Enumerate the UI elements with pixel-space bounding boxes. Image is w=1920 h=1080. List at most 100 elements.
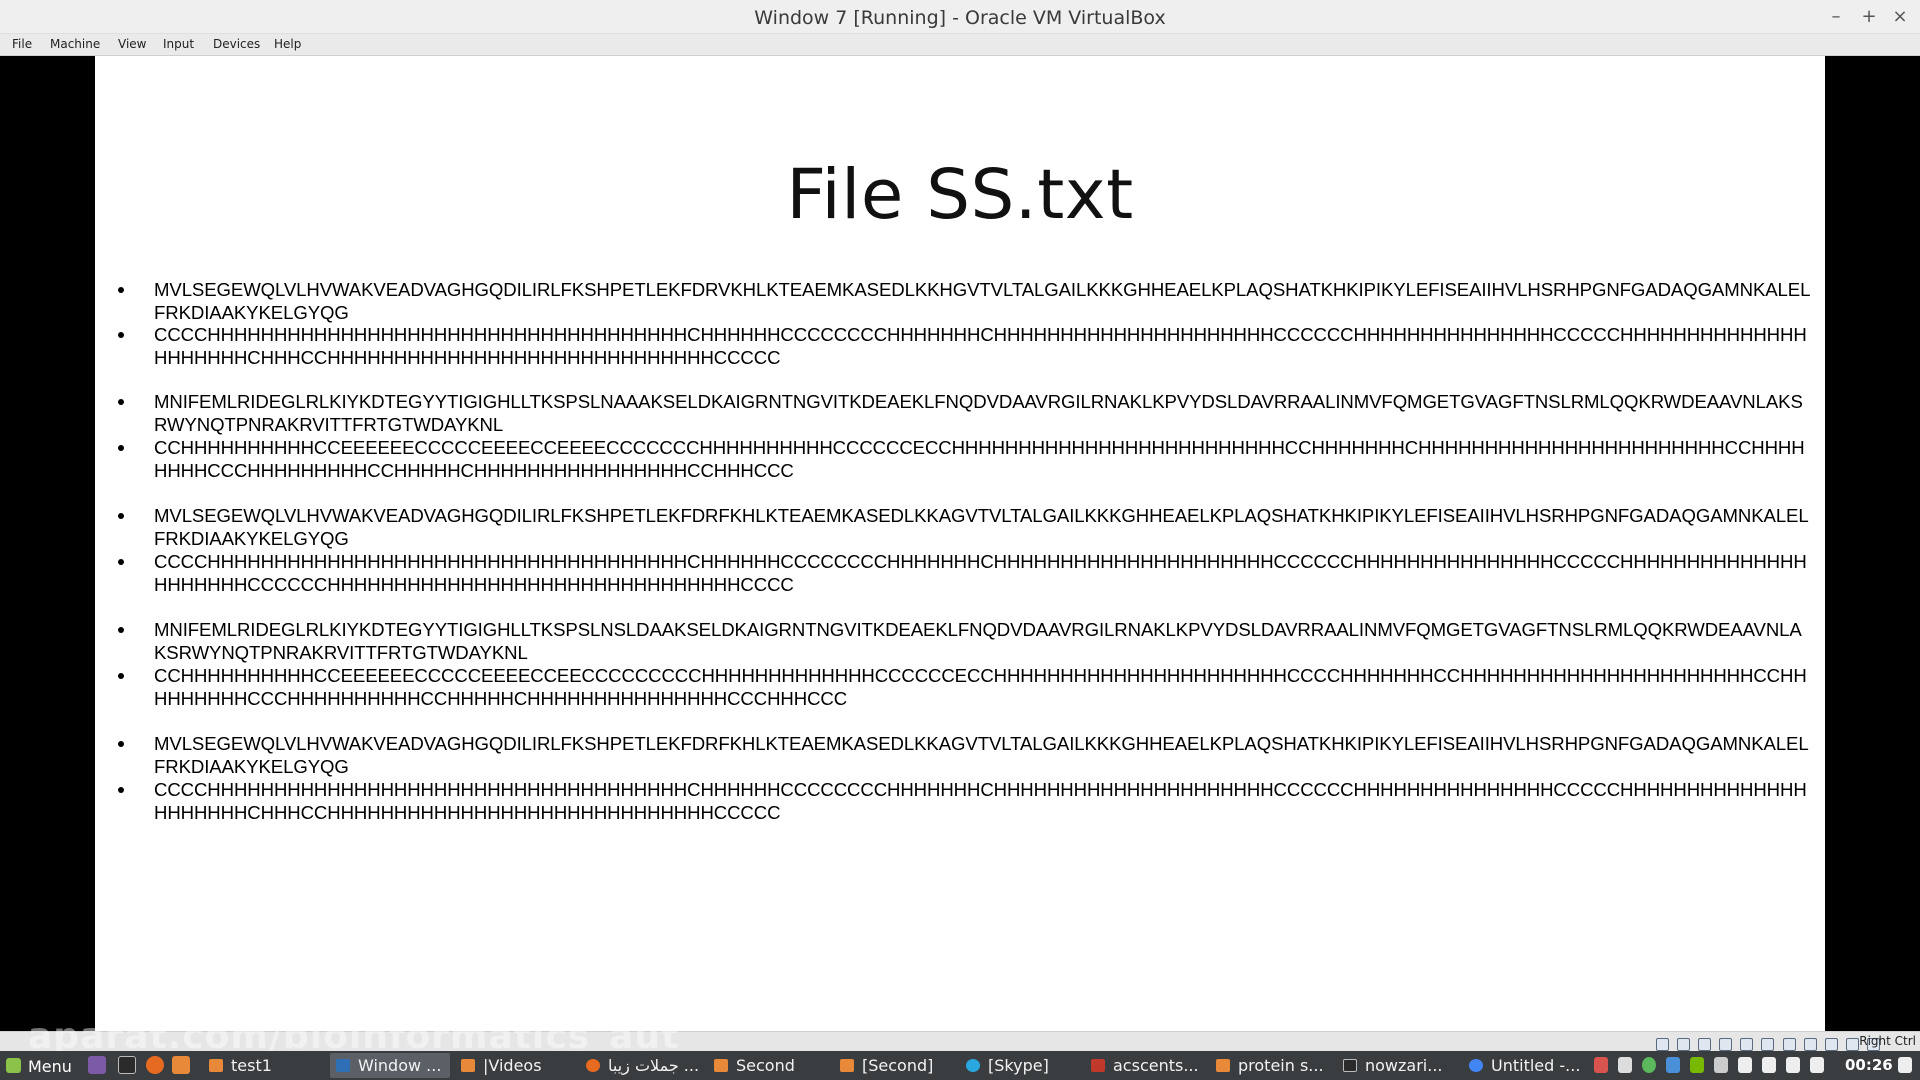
taskbar-item-label: protein s...: [1238, 1056, 1324, 1075]
vm-status-bar: aparat.com/bioinformatics_aut Right Ctrl: [0, 1016, 1920, 1057]
virtualization-icon[interactable]: [1824, 1038, 1838, 1051]
folder-icon: [840, 1059, 854, 1072]
shared-folder-icon[interactable]: [1761, 1038, 1775, 1051]
bluetooth-icon[interactable]: [1666, 1057, 1680, 1073]
bullet-icon: [118, 627, 124, 633]
update-icon[interactable]: [1642, 1057, 1656, 1073]
taskbar-item-label: test1: [231, 1056, 272, 1075]
keyboard-layout-icon[interactable]: [1714, 1057, 1728, 1073]
menu-help[interactable]: Help: [274, 37, 301, 51]
sequence-text: MNIFEMLRIDEGLRLKIYKDTEGYYTIGIGHLLTKSPSLN…: [154, 391, 1803, 435]
taskbar-item-label: Untitled -...: [1491, 1056, 1581, 1075]
menu-bar: File Machine View Input Devices Help: [0, 34, 1920, 56]
structure-text: CCCCHHHHHHHHHHHHHHHHHHHHHHHHHHHHHHHHHHHH…: [154, 324, 1807, 368]
folder-icon: [209, 1059, 223, 1072]
terminal-icon: [1343, 1059, 1357, 1072]
clipboard-icon[interactable]: [1738, 1057, 1752, 1073]
taskbar-item-label: Second: [736, 1056, 795, 1075]
structure-text: CCCCHHHHHHHHHHHHHHHHHHHHHHHHHHHHHHHHHHHH…: [154, 551, 1807, 595]
app-icon: [1091, 1059, 1105, 1072]
network-icon[interactable]: [1719, 1038, 1733, 1051]
sequence-text: MVLSEGEWQLVLHVWAKVEADVAGHGQDILIRLFKSHPET…: [154, 733, 1809, 777]
sequence-text: MNIFEMLRIDEGLRLKIYKDTEGYYTIGIGHLLTKSPSLN…: [154, 619, 1802, 663]
usb-icon[interactable]: [1740, 1038, 1754, 1051]
start-menu-button[interactable]: Menu: [2, 1053, 82, 1078]
taskbar-item-label: |Videos: [483, 1056, 542, 1075]
taskbar-item-label: Window ...: [358, 1056, 442, 1075]
bullet-icon: [118, 287, 124, 293]
network-icon[interactable]: [1786, 1057, 1800, 1073]
taskbar-item[interactable]: |Videos: [455, 1053, 583, 1078]
menu-view[interactable]: View: [118, 37, 146, 51]
taskbar-item[interactable]: acscents...: [1085, 1053, 1207, 1078]
menu-file[interactable]: File: [12, 37, 32, 51]
bullet-icon: [118, 559, 124, 565]
taskbar-item[interactable]: [Second]: [834, 1053, 956, 1078]
hard-disk-icon[interactable]: [1656, 1038, 1669, 1051]
bullet-icon: [118, 741, 124, 747]
taskbar-item-label: nowzari...: [1365, 1056, 1443, 1075]
firefox-icon: [586, 1059, 600, 1072]
menu-machine[interactable]: Machine: [50, 37, 100, 51]
bullet-icon: [118, 332, 124, 338]
bullet-icon: [118, 445, 124, 451]
display-icon[interactable]: [1782, 1038, 1796, 1051]
screen-recorder-icon[interactable]: [1594, 1057, 1608, 1073]
taskbar-item[interactable]: Untitled -...: [1463, 1053, 1587, 1078]
taskbar-item-label: جملات زیبا ...: [608, 1056, 700, 1075]
nvidia-icon[interactable]: [1690, 1057, 1704, 1073]
virtualbox-icon: [336, 1059, 350, 1072]
slide-title: File SS.txt: [786, 155, 1134, 235]
video-capture-icon[interactable]: [1803, 1038, 1817, 1051]
skype-icon: [966, 1059, 980, 1072]
show-desktop-icon[interactable]: [88, 1056, 106, 1074]
taskbar-item[interactable]: جملات زیبا ...: [580, 1053, 708, 1078]
sequence-text: MVLSEGEWQLVLHVWAKVEADVAGHGQDILIRLFKSHPET…: [154, 505, 1809, 549]
title-bar: Window 7 [Running] - Oracle VM VirtualBo…: [0, 0, 1920, 34]
window-title: Window 7 [Running] - Oracle VM VirtualBo…: [754, 7, 1166, 29]
taskbar-item[interactable]: [Skype]: [960, 1053, 1082, 1078]
bullet-icon: [118, 513, 124, 519]
mint-logo-icon: [6, 1058, 21, 1073]
audio-icon[interactable]: [1698, 1038, 1712, 1051]
shield-icon[interactable]: [1618, 1057, 1632, 1073]
taskbar-item[interactable]: Second: [708, 1053, 828, 1078]
mouse-integration-icon[interactable]: [1845, 1038, 1859, 1051]
structure-text: CCHHHHHHHHHHCCEEEEEECCCCCEEEECCEECCCCCCC…: [154, 665, 1807, 709]
close-button[interactable]: ×: [1886, 4, 1914, 30]
menu-input[interactable]: Input: [163, 37, 194, 51]
taskbar-item[interactable]: nowzari...: [1337, 1053, 1461, 1078]
folder-icon: [1216, 1059, 1230, 1072]
taskbar-item-label: [Skype]: [988, 1056, 1049, 1075]
bullet-icon: [118, 673, 124, 679]
taskbar-item[interactable]: Window ...: [330, 1053, 450, 1078]
terminal-icon[interactable]: [118, 1056, 136, 1074]
menu-devices[interactable]: Devices: [213, 37, 260, 51]
user-icon[interactable]: [1762, 1057, 1776, 1073]
structure-text: CCHHHHHHHHHHCCEEEEEECCCCCEEEECCEEEECCCCC…: [154, 437, 1805, 481]
clock[interactable]: 00:26: [1845, 1056, 1893, 1074]
battery-icon[interactable]: [1810, 1057, 1824, 1073]
chrome-icon: [1469, 1059, 1483, 1072]
folder-icon: [714, 1059, 728, 1072]
presentation-slide: File SS.txt MVLSEGEWQLVLHVWAKVEADVAGHGQD…: [95, 56, 1825, 1031]
taskbar-item-label: acscents...: [1113, 1056, 1199, 1075]
start-menu-label: Menu: [28, 1057, 72, 1076]
bullet-icon: [118, 399, 124, 405]
volume-icon[interactable]: [1898, 1057, 1912, 1073]
taskbar-item[interactable]: test1: [203, 1053, 325, 1078]
folder-icon: [461, 1059, 475, 1072]
minimize-button[interactable]: –: [1822, 4, 1850, 30]
guest-display[interactable]: File SS.txt MVLSEGEWQLVLHVWAKVEADVAGHGQD…: [0, 56, 1920, 1031]
taskbar: Menu test1 Window ... |Videos جملات زیبا…: [0, 1051, 1920, 1080]
file-manager-icon[interactable]: [172, 1056, 190, 1074]
structure-text: CCCCHHHHHHHHHHHHHHHHHHHHHHHHHHHHHHHHHHHH…: [154, 779, 1807, 823]
taskbar-item[interactable]: protein s...: [1210, 1053, 1335, 1078]
taskbar-item-label: [Second]: [862, 1056, 934, 1075]
optical-drive-icon[interactable]: [1677, 1038, 1691, 1051]
sequence-text: MVLSEGEWQLVLHVWAKVEADVAGHGQDILIRLFKSHPET…: [154, 279, 1811, 323]
bullet-icon: [118, 787, 124, 793]
maximize-button[interactable]: +: [1855, 4, 1883, 30]
firefox-icon[interactable]: [146, 1056, 164, 1074]
host-key-label: Right Ctrl: [1859, 1034, 1916, 1048]
